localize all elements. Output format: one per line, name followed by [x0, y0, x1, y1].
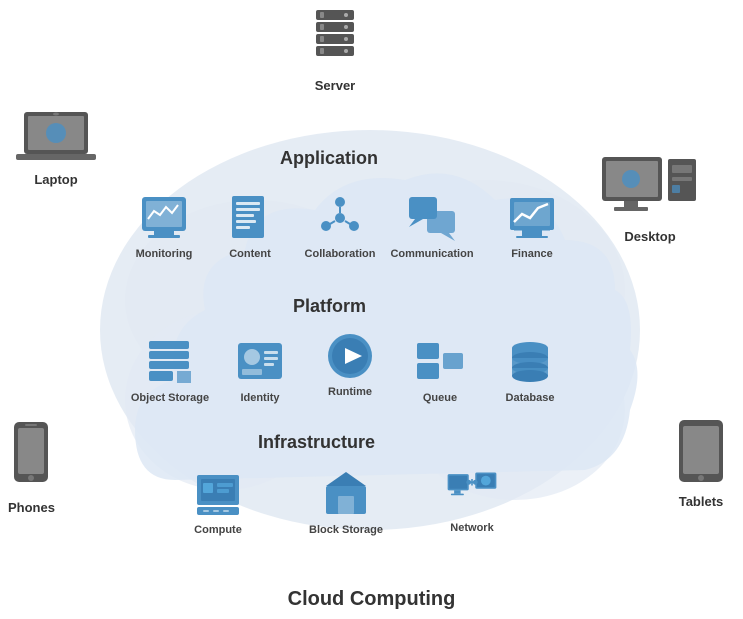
application-section-label: Application — [280, 148, 378, 169]
desktop-label: Desktop — [624, 229, 675, 244]
infrastructure-section-label: Infrastructure — [258, 432, 375, 453]
content-label: Content — [229, 248, 271, 260]
content-icon — [228, 194, 272, 242]
identity-label: Identity — [240, 392, 279, 404]
page-title: Cloud Computing — [0, 588, 743, 611]
desktop-icon — [600, 155, 700, 225]
finance-icon — [508, 196, 556, 240]
collaboration-label: Collaboration — [305, 248, 376, 260]
monitoring-label: Monitoring — [136, 248, 193, 260]
monitoring-item: Monitoring — [124, 192, 204, 260]
object-storage-icon — [145, 339, 195, 385]
block-storage-label: Block Storage — [309, 524, 383, 536]
runtime-label: Runtime — [328, 386, 372, 398]
laptop-icon — [14, 108, 98, 168]
tablets-label: Tablets — [679, 494, 724, 509]
database-label: Database — [506, 392, 555, 404]
block-storage-item: Block Storage — [306, 468, 386, 536]
phones-label: Phones — [8, 500, 55, 515]
server-icon — [308, 8, 362, 74]
queue-item: Queue — [400, 336, 480, 404]
identity-item: Identity — [220, 336, 300, 404]
runtime-item: Runtime — [310, 330, 390, 398]
object-storage-label: Object Storage — [131, 392, 209, 404]
communication-icon — [407, 195, 457, 241]
compute-label: Compute — [194, 524, 242, 536]
phones-icon — [8, 420, 54, 496]
runtime-icon — [324, 330, 376, 382]
collaboration-item: Collaboration — [300, 192, 380, 260]
finance-item: Finance — [492, 192, 572, 260]
laptop-label: Laptop — [34, 172, 77, 187]
block-storage-icon — [320, 468, 372, 520]
identity-icon — [236, 339, 284, 385]
queue-icon — [415, 339, 465, 385]
phones-device: Phones — [8, 420, 55, 515]
desktop-device: Desktop — [600, 155, 700, 244]
collaboration-icon — [316, 194, 364, 242]
platform-section-label: Platform — [293, 296, 366, 317]
communication-label: Communication — [390, 248, 473, 260]
finance-label: Finance — [511, 248, 553, 260]
network-icon — [446, 466, 498, 518]
object-storage-item: Object Storage — [130, 336, 210, 404]
tablets-icon — [674, 418, 728, 490]
tablets-device: Tablets — [674, 418, 728, 509]
content-item: Content — [210, 192, 290, 260]
communication-item: Communication — [392, 192, 472, 260]
queue-label: Queue — [423, 392, 457, 404]
compute-item: Compute — [178, 468, 258, 536]
network-label: Network — [450, 522, 493, 534]
monitoring-icon — [140, 195, 188, 241]
database-icon — [506, 338, 554, 386]
laptop-device: Laptop — [14, 108, 98, 187]
compute-icon — [193, 469, 243, 519]
server-label: Server — [315, 78, 355, 93]
server-device: Server — [308, 8, 362, 93]
network-item: Network — [432, 466, 512, 534]
database-item: Database — [490, 336, 570, 404]
